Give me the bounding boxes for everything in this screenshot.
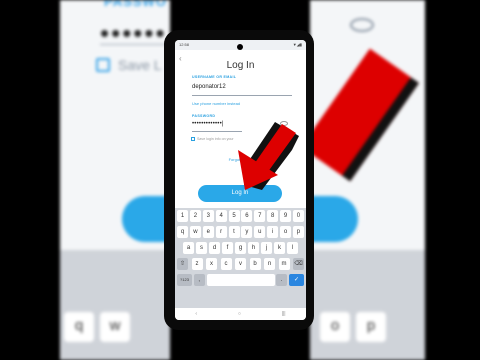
red-arrow-annotation — [238, 122, 299, 190]
